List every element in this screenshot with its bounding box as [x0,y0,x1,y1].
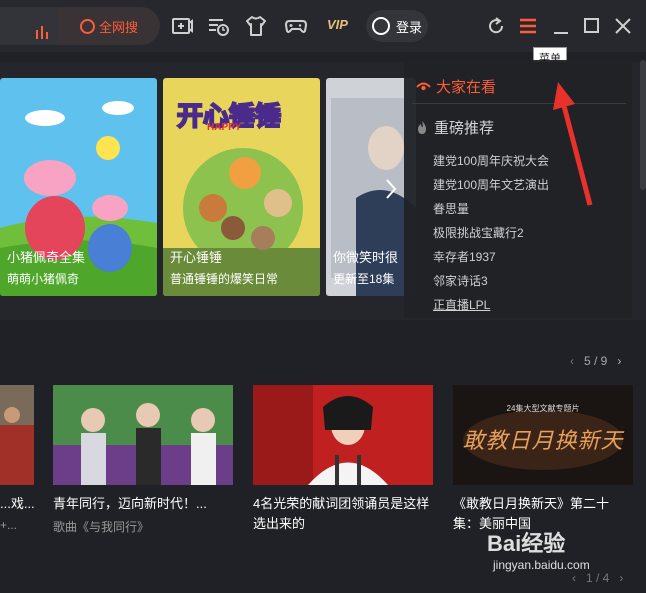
top-bar: 全网搜 VIP 登录 [0,0,646,52]
watermark-logo: Bai经验 [487,531,566,556]
poster-subtitle: 更新至18集 [333,272,395,286]
close-icon[interactable] [611,14,635,38]
menu-icon[interactable] [516,14,540,38]
pointer-arrow-icon [553,82,593,206]
poster-peppa[interactable]: 小猪佩奇全集 萌萌小猪佩奇 [0,78,157,296]
chevron-left-icon[interactable]: ‹ [572,571,576,585]
chevron-right-icon[interactable]: › [617,354,621,368]
baidu-watermark: Bai经验 jingyan.baidu.com [487,526,590,572]
maximize-icon[interactable] [580,14,604,38]
menu-section-recommend: 重磅推荐 [416,117,494,138]
scrollbar-thumb[interactable] [640,60,646,190]
card-thumbnail-image [253,385,433,485]
global-search-label: 全网搜 [98,19,138,35]
video-card-youth[interactable] [53,385,233,485]
login-label: 登录 [396,19,423,35]
pager-label: 1 / 4 [586,571,610,585]
game-controller-icon[interactable] [284,14,308,38]
card-overlay-title: 敢教日月换新天 [462,428,624,453]
video-card-subtitle: +... [0,518,18,532]
minimize-icon[interactable] [549,14,573,38]
card-thumbnail-image [53,385,233,485]
vip-label[interactable]: VIP [327,17,348,32]
watermark-url: jingyan.baidu.com [493,558,590,572]
menu-item[interactable]: 邻家诗话3 [433,272,488,289]
hot-chart-icon[interactable] [34,24,50,40]
video-card-title[interactable]: 4名光荣的献词团领诵员是这样选出来的 [253,494,433,534]
menu-item[interactable]: 建党100周年庆祝大会 [433,152,549,169]
video-card-documentary[interactable]: 24集大型文献专题片 敢教日月换新天 [453,385,633,485]
search-icon [79,18,95,34]
login-button[interactable]: 登录 [366,10,428,42]
video-card-thumb[interactable] [0,385,34,485]
card-overlay-caption: 24集大型文献专题片 [506,404,580,413]
poster-happy-hammer[interactable]: 开心锤锤 HAPPY 开心锤锤 普通锤锤的爆笑日常 [163,78,320,296]
pager-label: 5 / 9 [584,354,608,368]
skin-shirt-icon[interactable] [244,14,268,38]
video-card-title[interactable]: 青年同行，迈向新时代！... [53,494,243,514]
poster-subtitle: 普通锤锤的爆笑日常 [170,272,279,286]
menu-item[interactable]: 建党100周年文艺演出 [433,176,549,193]
menu-header-trending[interactable]: 大家在看 [416,76,496,97]
menu-item[interactable]: 眷思量 [433,200,469,217]
search-box[interactable] [0,7,58,45]
flame-icon [418,121,426,134]
add-video-icon[interactable] [170,14,194,38]
video-card-title[interactable]: ...戏... [0,494,34,514]
menu-header-label: 大家在看 [436,79,497,96]
poster-title: 你微笑时很 [333,250,399,265]
user-avatar-icon [372,17,390,35]
video-card-speaker[interactable] [253,385,433,485]
poster-subtitle: 萌萌小猪佩奇 [7,272,80,286]
video-card-subtitle[interactable]: 歌曲《与我同行》 [53,518,149,535]
menu-item-live[interactable]: 正直播LPL [433,296,490,313]
poster-title: 开心锤锤 [170,250,223,265]
chevron-right-icon[interactable]: › [619,571,623,585]
chevron-left-icon[interactable]: ‹ [570,354,574,368]
poster-logo-small: HAPPY [207,122,242,133]
poster-drama[interactable]: 你微笑时很 更新至18集 [326,78,416,296]
card-thumbnail-image [0,385,34,485]
menu-section-label: 重磅推荐 [434,120,495,137]
watch-history-icon[interactable] [206,14,230,38]
row-pager: ‹ 5 / 9 › [570,354,621,368]
menu-item[interactable]: 极限挑战宝藏行2 [433,224,524,241]
global-search-button[interactable]: 全网搜 [58,7,160,45]
bottom-pager: ‹ 1 / 4 › [572,571,623,585]
refresh-icon[interactable] [484,14,508,38]
menu-item[interactable]: 幸存者1937 [433,248,496,265]
chevron-right-icon[interactable] [384,178,398,200]
eye-icon [416,82,431,91]
poster-title: 小猪佩奇全集 [7,250,86,265]
